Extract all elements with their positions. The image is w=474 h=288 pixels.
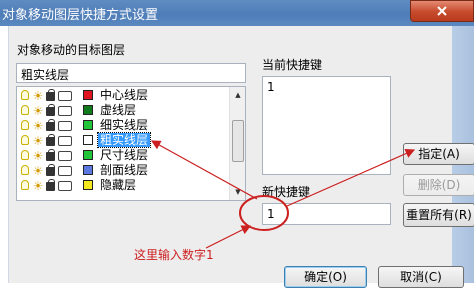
arrow-to-assign <box>286 148 416 207</box>
highlight-circle <box>239 195 289 231</box>
annotation-text: 这里输入数字1 <box>134 248 214 262</box>
arrow-to-layer <box>150 140 258 200</box>
arrow-to-input <box>205 225 252 249</box>
annotation-overlay <box>150 140 416 249</box>
